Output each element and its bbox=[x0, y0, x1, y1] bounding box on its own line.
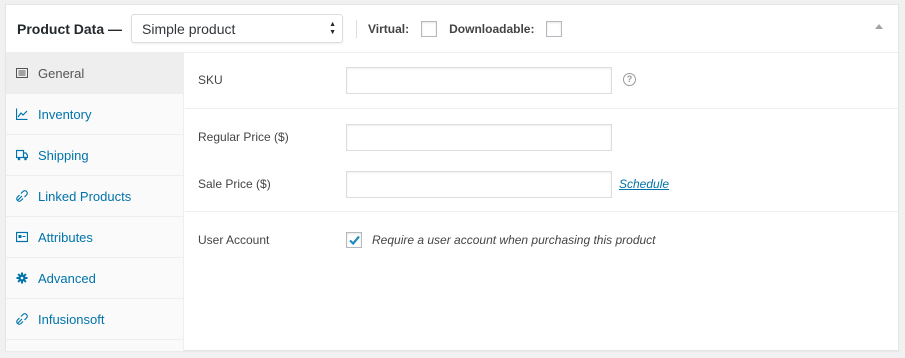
help-tip-icon[interactable]: ? bbox=[623, 73, 636, 86]
user-account-section: User Account Require a user account when… bbox=[185, 212, 899, 272]
tab-label: Shipping bbox=[38, 147, 89, 163]
inventory-icon bbox=[16, 108, 28, 120]
tab-label: Linked Products bbox=[38, 188, 132, 204]
user-account-label: User Account bbox=[198, 233, 270, 247]
sale-price-input[interactable] bbox=[346, 171, 612, 198]
tab-label: Infusionsoft bbox=[38, 311, 105, 327]
tab-shipping[interactable]: Shipping bbox=[6, 135, 183, 176]
checkmark-icon bbox=[349, 235, 360, 246]
regular-price-label: Regular Price ($) bbox=[198, 130, 289, 144]
select-arrows-icon: ▲ ▼ bbox=[329, 21, 337, 36]
product-data-header: Product Data — Simple product ▲ ▼ Virtual… bbox=[6, 5, 898, 53]
header-divider bbox=[356, 19, 358, 38]
tab-advanced[interactable]: Advanced bbox=[6, 258, 183, 299]
tab-linked-products[interactable]: Linked Products bbox=[6, 176, 183, 217]
pricing-section: Regular Price ($) Sale Price ($) Schedul… bbox=[185, 109, 899, 212]
downloadable-checkbox[interactable] bbox=[546, 20, 563, 37]
sku-section: SKU ? bbox=[185, 53, 899, 109]
general-icon bbox=[16, 67, 28, 79]
product-type-value: Simple product bbox=[142, 21, 236, 37]
virtual-checkbox[interactable] bbox=[421, 20, 438, 37]
tab-attributes[interactable]: Attributes bbox=[6, 217, 183, 258]
linked-products-icon bbox=[16, 190, 28, 202]
sku-input[interactable] bbox=[346, 67, 612, 94]
sku-label: SKU bbox=[198, 73, 223, 87]
user-account-description: Require a user account when purchasing t… bbox=[372, 233, 656, 247]
virtual-label: Virtual: bbox=[368, 21, 410, 36]
general-options-panel: SKU ? Regular Price ($) Sale Price ($) S… bbox=[185, 53, 899, 351]
user-account-checkbox[interactable] bbox=[346, 232, 362, 248]
tab-label: Attributes bbox=[38, 229, 93, 245]
infusionsoft-icon bbox=[16, 313, 28, 325]
tab-label: Advanced bbox=[38, 270, 96, 286]
product-type-select[interactable]: Simple product ▲ ▼ bbox=[131, 14, 344, 43]
regular-price-input[interactable] bbox=[346, 124, 612, 151]
panel-title: Product Data — bbox=[17, 20, 123, 37]
attributes-icon bbox=[16, 231, 28, 243]
tab-infusionsoft[interactable]: Infusionsoft bbox=[6, 299, 183, 340]
product-data-tabs: General Inventory Shipping Linked Produc… bbox=[6, 53, 184, 351]
downloadable-label: Downloadable: bbox=[449, 21, 535, 36]
product-data-panel: Product Data — Simple product ▲ ▼ Virtual… bbox=[5, 4, 899, 351]
shipping-icon bbox=[16, 149, 28, 161]
tab-label: General bbox=[38, 65, 85, 81]
tab-inventory[interactable]: Inventory bbox=[6, 94, 183, 135]
tab-label: Inventory bbox=[38, 106, 92, 122]
schedule-link[interactable]: Schedule bbox=[619, 177, 669, 191]
sale-price-label: Sale Price ($) bbox=[198, 177, 271, 191]
tab-general[interactable]: General bbox=[6, 53, 183, 94]
collapse-toggle-icon[interactable] bbox=[875, 24, 883, 29]
gear-icon bbox=[16, 272, 28, 284]
